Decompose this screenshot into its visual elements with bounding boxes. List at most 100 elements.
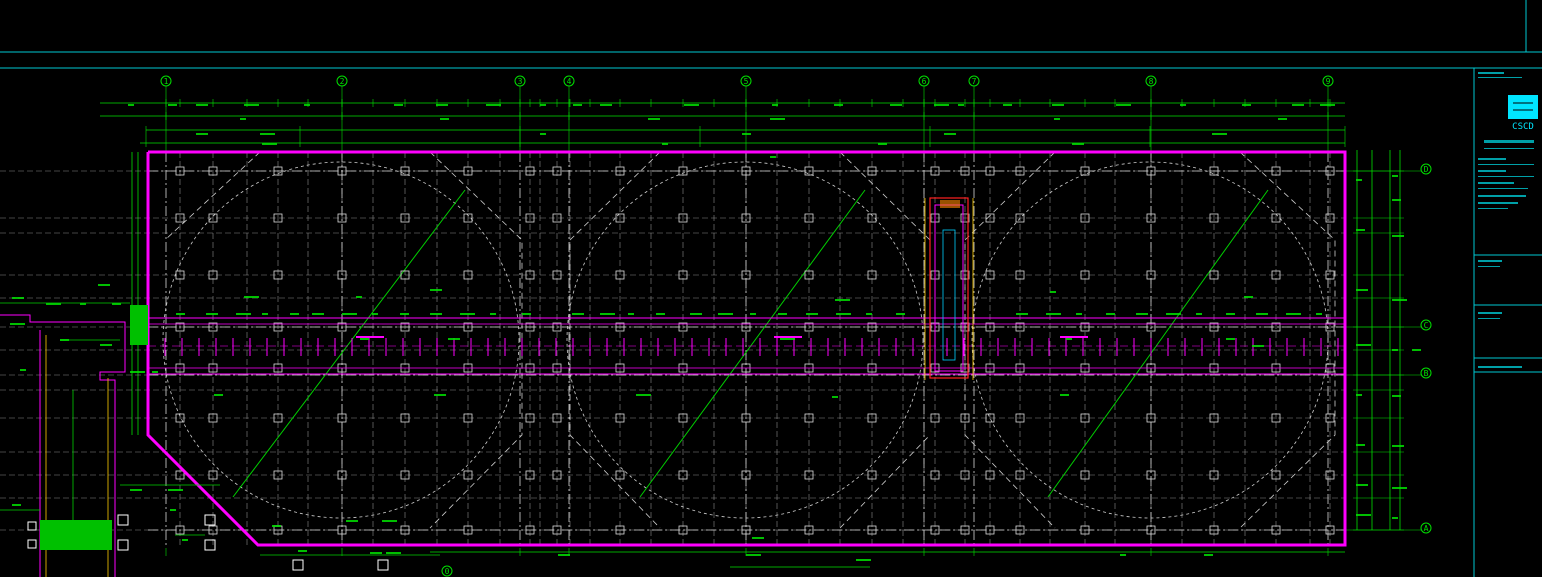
annotation-mark <box>1392 445 1404 447</box>
annotation-mark <box>832 396 838 398</box>
axis-label-d: D <box>1424 165 1429 174</box>
annotation-mark <box>1316 313 1322 315</box>
annotation-mark <box>636 394 651 396</box>
annotation-mark <box>60 339 69 341</box>
annotation-mark <box>558 554 570 556</box>
annotation-mark <box>128 104 134 106</box>
annotation-mark <box>1392 349 1398 351</box>
annotation-mark <box>1356 514 1371 516</box>
annotation-mark <box>298 550 307 552</box>
annotation-mark <box>262 143 277 145</box>
annotation-mark <box>1072 143 1084 145</box>
annotation-mark <box>1052 104 1064 106</box>
annotation-mark <box>772 104 778 106</box>
annotation-mark <box>356 336 384 338</box>
annotation-mark <box>346 520 358 522</box>
cad-drawing-canvas[interactable]: CSCD 1 2 3 4 5 6 7 8 9 D C B A 0 <box>0 0 1542 577</box>
annotation-mark <box>400 313 409 315</box>
annotation-mark <box>540 104 546 106</box>
annotation-mark <box>196 133 208 135</box>
annotation-mark <box>1412 349 1421 351</box>
annotation-mark <box>1392 395 1401 397</box>
annotation-mark <box>272 525 281 527</box>
axis-label-9: 9 <box>1326 77 1331 86</box>
axis-label-a: A <box>1424 524 1429 533</box>
annotation-mark <box>1356 289 1368 291</box>
annotation-mark <box>440 118 449 120</box>
annotation-mark <box>1392 235 1404 237</box>
annotation-mark <box>196 104 208 106</box>
annotation-mark <box>382 520 397 522</box>
annotation-mark <box>1116 104 1131 106</box>
annotation-mark <box>370 552 382 554</box>
annotation-mark <box>1392 299 1407 301</box>
annotation-mark <box>130 371 145 373</box>
annotation-mark <box>770 156 776 158</box>
annotation-mark <box>896 313 905 315</box>
annotation-mark <box>1212 133 1227 135</box>
annotation-mark <box>342 313 357 315</box>
axis-label-2: 2 <box>340 77 345 86</box>
axis-label-4: 4 <box>567 77 572 86</box>
annotation-mark <box>836 313 851 315</box>
annotation-mark <box>1392 517 1398 519</box>
annotation-mark <box>600 104 612 106</box>
annotation-mark <box>1196 313 1202 315</box>
annotation-mark <box>170 509 176 511</box>
annotation-mark <box>490 313 496 315</box>
annotation-mark <box>1356 344 1371 346</box>
annotation-mark <box>262 313 268 315</box>
annotation-mark <box>214 394 223 396</box>
annotation-mark <box>356 296 362 298</box>
annotation-mark <box>1278 118 1287 120</box>
annotation-mark <box>878 143 887 145</box>
annotation-mark <box>1242 104 1251 106</box>
annotation-mark <box>486 104 501 106</box>
annotation-mark <box>934 104 949 106</box>
annotation-mark <box>600 313 615 315</box>
annotation-mark <box>1320 104 1335 106</box>
annotation-mark <box>304 104 310 106</box>
axis-label-3: 3 <box>518 77 523 86</box>
annotation-mark <box>1046 313 1061 315</box>
annotation-mark <box>1356 444 1365 446</box>
annotation-mark <box>1252 345 1264 347</box>
annotation-mark <box>958 104 964 106</box>
annotation-mark <box>100 344 112 346</box>
annotation-mark <box>1180 104 1186 106</box>
annotation-mark <box>1356 179 1362 181</box>
annotation-mark <box>662 143 668 145</box>
axis-label-bottom-0: 0 <box>445 567 450 576</box>
annotation-mark <box>1060 336 1088 338</box>
annotation-mark <box>1356 229 1365 231</box>
annotation-mark <box>12 297 24 299</box>
annotation-mark <box>1286 313 1301 315</box>
annotation-mark <box>806 313 818 315</box>
axis-label-8: 8 <box>1149 77 1154 86</box>
annotation-mark <box>778 313 787 315</box>
annotation-mark <box>448 338 460 340</box>
annotation-mark <box>1066 338 1072 340</box>
annotation-mark <box>835 299 850 301</box>
annotation-mark <box>430 313 442 315</box>
axis-label-5: 5 <box>744 77 749 86</box>
annotation-mark <box>1060 394 1069 396</box>
annotation-mark <box>774 336 802 338</box>
annotation-mark <box>770 118 785 120</box>
annotation-mark <box>312 313 324 315</box>
canvas-background <box>0 0 1542 577</box>
annotation-mark <box>1003 104 1012 106</box>
annotation-mark <box>244 296 259 298</box>
annotation-mark <box>460 313 475 315</box>
annotation-mark <box>168 489 183 491</box>
annotation-mark <box>1016 313 1028 315</box>
annotation-mark <box>834 104 843 106</box>
annotation-mark <box>1256 313 1268 315</box>
annotation-mark <box>12 504 21 506</box>
annotation-mark <box>944 133 956 135</box>
annotation-mark <box>168 104 177 106</box>
annotation-mark <box>236 313 251 315</box>
annotation-mark <box>176 313 185 315</box>
annotation-mark <box>182 539 188 541</box>
annotation-mark <box>130 489 142 491</box>
